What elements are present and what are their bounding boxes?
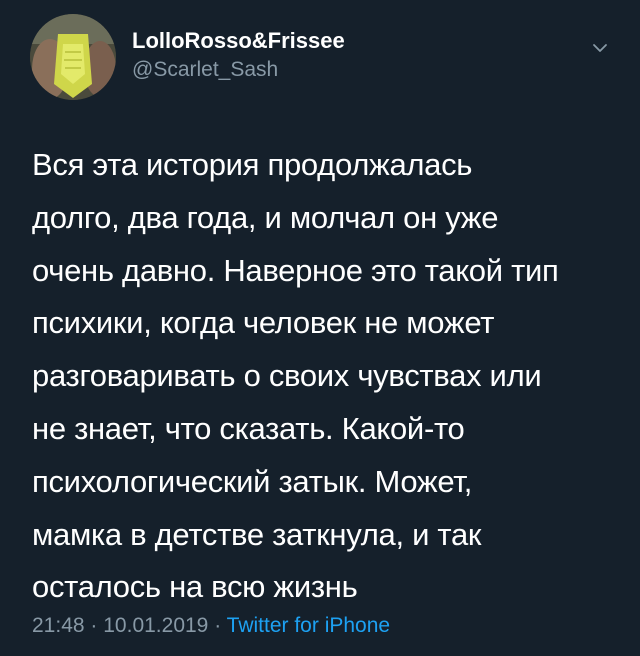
avatar[interactable]: [30, 14, 116, 100]
tweet-text-line: Вся эта история продолжалась: [32, 147, 473, 182]
meta-separator: ·: [214, 614, 222, 637]
meta-separator: ·: [90, 614, 98, 637]
tweet-text-line: долго, два года, и молчал он уже: [32, 199, 499, 235]
tweet-card: LolloRosso&Frissee @Scarlet_Sash Вся эта…: [0, 0, 640, 656]
tweet-date[interactable]: 10.01.2019: [103, 614, 208, 637]
user-handle[interactable]: @Scarlet_Sash: [132, 57, 345, 83]
tweet-source-link[interactable]: Twitter for iPhone: [227, 614, 390, 637]
tweet-text-line: не знает, что сказать. Какой-то: [32, 410, 465, 446]
tweet-text-line: психики, когда человек не может: [32, 305, 495, 341]
profile-photo-icon: [30, 14, 116, 100]
tweet-time[interactable]: 21:48: [32, 614, 85, 637]
tweet-meta: 21:48 · 10.01.2019 · Twitter for iPhone: [32, 612, 390, 640]
chevron-down-icon[interactable]: [590, 38, 610, 58]
author-names: LolloRosso&Frissee @Scarlet_Sash: [132, 28, 345, 83]
tweet-text-line: психологический затык. Может,: [32, 463, 473, 499]
display-name[interactable]: LolloRosso&Frissee: [132, 28, 345, 54]
tweet-text-line: разговаривать о своих чувствах или: [32, 358, 542, 394]
tweet-text: Вся эта история продолжалась долго, два …: [32, 139, 622, 614]
tweet-text-line: осталось на всю жизнь: [32, 569, 358, 605]
tweet-header: LolloRosso&Frissee @Scarlet_Sash: [30, 14, 620, 100]
tweet-text-line: очень давно. Наверное это такой тип: [32, 252, 559, 288]
tweet-text-line: мамка в детстве заткнула, и так: [32, 516, 482, 552]
